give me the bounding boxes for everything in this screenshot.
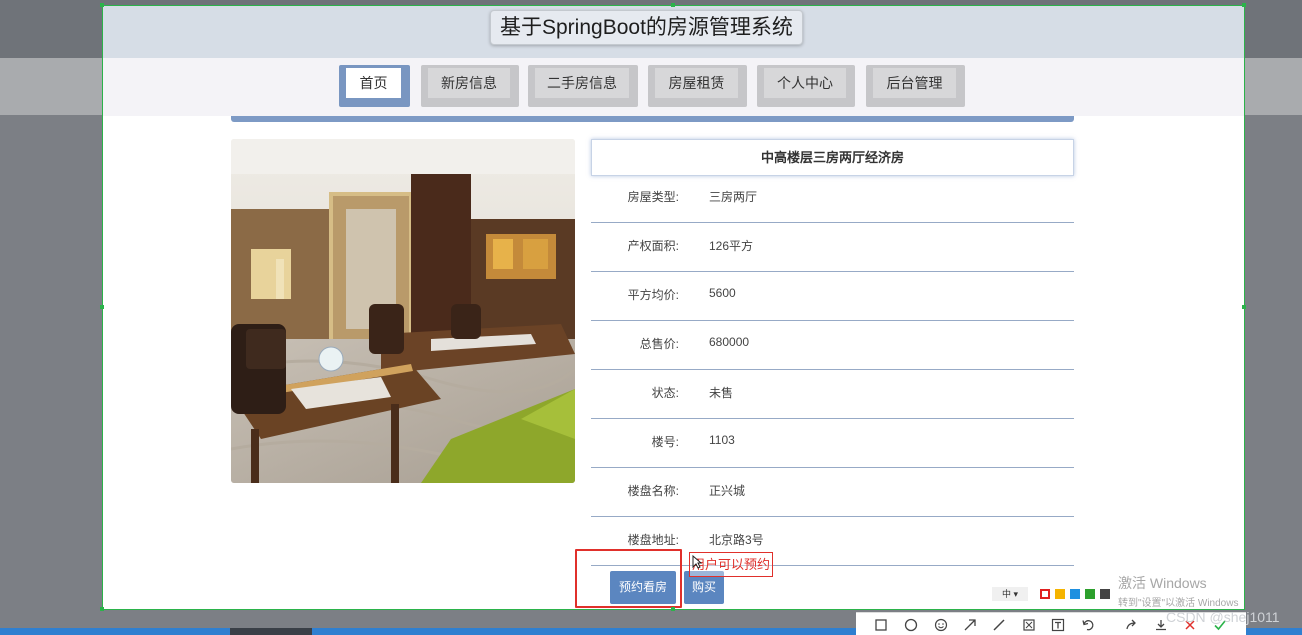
selection-handle[interactable] (100, 305, 104, 309)
detail-row-unit-price: 平方均价: 5600 (591, 272, 1074, 321)
backdrop-scrollbar-thumb[interactable] (230, 628, 312, 635)
color-swatch-green[interactable] (1085, 589, 1095, 599)
capture-region[interactable]: 基于SpringBoot的房源管理系统 首页 新房信息 二手房信息 房屋租赁 个… (102, 5, 1245, 610)
tab-label: 新房信息 (428, 68, 510, 98)
selection-handle[interactable] (100, 607, 104, 611)
color-swatch-yellow[interactable] (1055, 589, 1065, 599)
rectangle-icon[interactable] (873, 617, 889, 633)
detail-value: 未售 (709, 386, 734, 400)
undo-icon[interactable] (1080, 617, 1096, 633)
property-photo (231, 139, 575, 483)
tab-new-houses[interactable]: 新房信息 (421, 65, 519, 107)
detail-value: 126平方 (709, 239, 754, 253)
selection-handle[interactable] (100, 3, 104, 7)
tab-label: 后台管理 (873, 68, 956, 98)
detail-value: 5600 (709, 286, 736, 300)
mouse-cursor-icon (692, 555, 702, 569)
tab-home[interactable]: 首页 (339, 65, 410, 107)
detail-label: 平方均价: (627, 288, 679, 302)
site-header: 基于SpringBoot的房源管理系统 (103, 6, 1244, 58)
detail-row-building-no: 楼号: 1103 (591, 419, 1074, 468)
tab-personal-center[interactable]: 个人中心 (757, 65, 855, 107)
detail-label: 产权面积: (627, 239, 679, 253)
selection-handle[interactable] (671, 607, 675, 611)
color-swatch-dark[interactable] (1100, 589, 1110, 599)
tab-admin[interactable]: 后台管理 (866, 65, 965, 107)
watermark-title: 激活 Windows (1118, 575, 1207, 591)
ellipse-icon[interactable] (903, 617, 919, 633)
detail-value: 680000 (709, 335, 750, 349)
selection-handle[interactable] (671, 3, 675, 7)
detail-row-total-price: 总售价: 680000 (591, 321, 1074, 370)
detail-label: 总售价: (639, 337, 679, 351)
windows-activation-watermark: 激活 Windows 转到"设置"以激活 Windows (1118, 573, 1238, 609)
detail-value: 北京路3号 (709, 533, 764, 547)
site-title: 基于SpringBoot的房源管理系统 (490, 10, 803, 45)
detail-label: 楼盘名称: (627, 484, 679, 498)
mosaic-icon[interactable] (1021, 617, 1037, 633)
size-select[interactable]: 中 ▾ (992, 587, 1028, 601)
property-details: 房屋类型: 三房两厅 产权面积: 126平方 平方均价: 5600 总售价: 6… (591, 174, 1074, 566)
selection-handle[interactable] (1242, 3, 1246, 7)
tab-label: 个人中心 (764, 68, 846, 98)
selection-handle[interactable] (1242, 305, 1246, 309)
detail-label: 状态: (651, 386, 679, 400)
csdn-watermark: CSDN @shej1011 (1166, 609, 1280, 625)
property-title: 中高楼层三房两厅经济房 (591, 139, 1074, 176)
share-icon[interactable] (1124, 617, 1140, 633)
line-icon[interactable] (991, 617, 1007, 633)
detail-label: 楼号: (651, 435, 679, 449)
watermark-subtitle: 转到"设置"以激活 Windows (1118, 598, 1239, 609)
tab-label: 首页 (346, 68, 401, 98)
annotation-highlight-box (575, 549, 682, 608)
detail-value: 1103 (709, 433, 735, 447)
detail-label: 房屋类型: (627, 190, 679, 204)
detail-row-estate-name: 楼盘名称: 正兴城 (591, 468, 1074, 517)
color-size-panel: 中 ▾ (990, 585, 1116, 603)
detail-value: 三房两厅 (709, 190, 758, 204)
detail-row-house-type: 房屋类型: 三房两厅 (591, 174, 1074, 223)
arrow-icon[interactable] (962, 617, 978, 633)
detail-row-status: 状态: 未售 (591, 370, 1074, 419)
tab-label: 二手房信息 (535, 68, 629, 98)
tab-label: 房屋租赁 (655, 68, 738, 98)
text-icon[interactable] (1050, 617, 1066, 633)
section-divider (231, 116, 1074, 122)
detail-row-area: 产权面积: 126平方 (591, 223, 1074, 272)
tab-rental[interactable]: 房屋租赁 (648, 65, 747, 107)
tab-second-hand[interactable]: 二手房信息 (528, 65, 638, 107)
color-swatch-blue[interactable] (1070, 589, 1080, 599)
detail-value: 正兴城 (709, 484, 746, 498)
detail-label: 楼盘地址: (627, 533, 679, 547)
nav-band: 首页 新房信息 二手房信息 房屋租赁 个人中心 后台管理 (103, 58, 1244, 116)
dining-room-image (231, 139, 575, 483)
color-swatch-red[interactable] (1040, 589, 1050, 599)
emoji-icon[interactable] (933, 617, 949, 633)
